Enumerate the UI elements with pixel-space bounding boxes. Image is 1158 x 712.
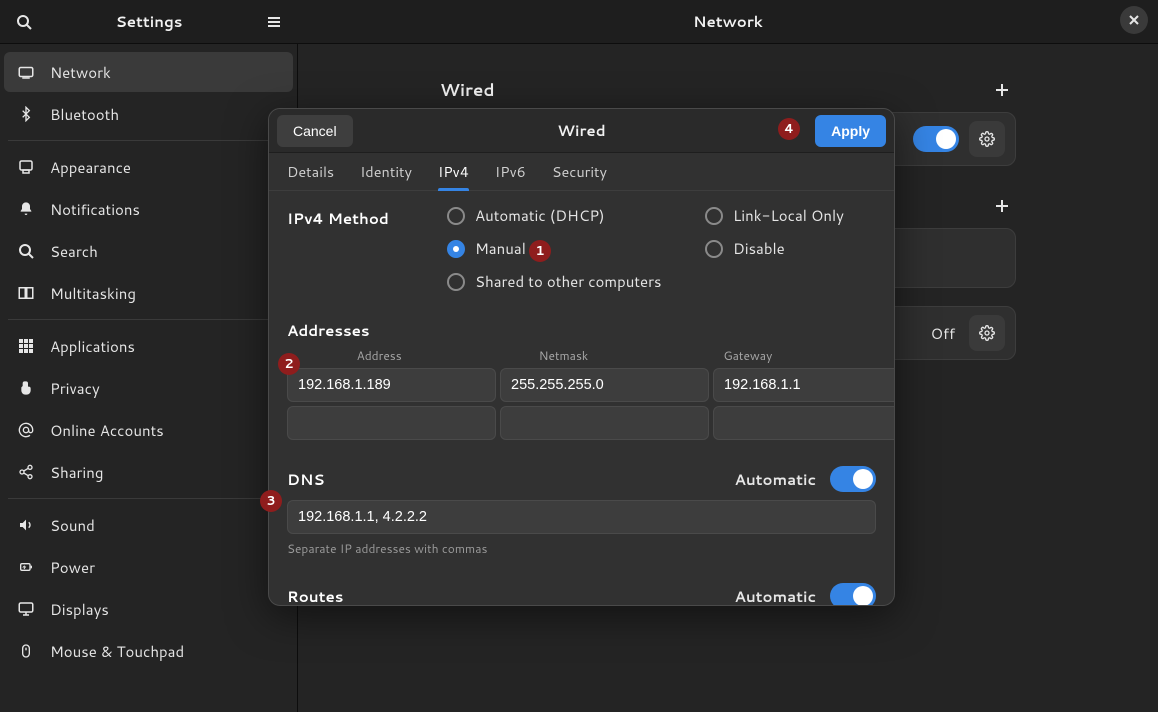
page-headerbar: Network [298,0,1158,44]
ipv4-method-link-local-only[interactable]: Link-Local Only [705,205,844,226]
sidebar-item-label: Displays [50,599,109,620]
ipv4-method-options: Automatic (DHCP) Link-Local Only Manual Dis… [447,205,844,292]
sidebar-item-label: Sharing [50,462,103,483]
sidebar-item-sharing[interactable]: Sharing [4,452,293,492]
radio-label: Link-Local Only [733,205,844,226]
sidebar-item-bluetooth[interactable]: Bluetooth [4,94,293,134]
sidebar-item-label: Power [50,557,95,578]
tab-details[interactable]: Details [287,153,334,190]
sidebar-item-sound[interactable]: Sound [4,505,293,545]
radio-label: Manual [475,238,526,259]
sidebar-item-online-accounts[interactable]: Online Accounts [4,410,293,450]
search-icon[interactable] [8,6,40,38]
sidebar-item-label: Appearance [50,157,131,178]
tab-identity[interactable]: Identity [360,153,412,190]
sidebar-item-privacy[interactable]: Privacy [4,368,293,408]
close-icon[interactable] [1120,6,1148,34]
sidebar-item-label: Online Accounts [50,420,164,441]
radio-label: Disable [733,238,785,259]
sidebar-item-mouse-touchpad[interactable]: Mouse & Touchpad [4,631,293,671]
dns-hint: Separate IP addresses with commas [287,540,876,557]
address-input[interactable] [287,406,496,440]
sidebar-item-label: Mouse & Touchpad [50,641,184,662]
routes-automatic-toggle[interactable] [830,583,876,605]
ipv4-method-automatic-dhcp-[interactable]: Automatic (DHCP) [447,205,697,226]
gateway-input[interactable] [713,368,894,402]
sidebar-item-search[interactable]: Search [4,231,293,271]
dns-automatic-label: Automatic [735,469,816,490]
gateway-input[interactable] [713,406,894,440]
sidebar-item-notifications[interactable]: Notifications [4,189,293,229]
dns-input[interactable] [287,500,876,534]
mouse-icon [16,641,36,661]
hand-icon [16,378,36,398]
sidebar-item-multitasking[interactable]: Multitasking [4,273,293,313]
sidebar-item-label: Privacy [50,378,100,399]
sidebar-item-label: Multitasking [50,283,136,304]
tab-ipv4[interactable]: IPv4 [438,153,469,190]
netmask-input[interactable] [500,406,709,440]
ipv4-method-manual[interactable]: Manual [447,238,697,259]
sidebar: Network Bluetooth Appearance Notifications S… [0,44,298,712]
routes-automatic-label: Automatic [735,586,816,606]
ipv4-method-disable[interactable]: Disable [705,238,844,259]
bell-icon [16,199,36,219]
sidebar-item-label: Sound [50,515,95,536]
connection-dialog: Cancel Wired Apply Details Identity IPv4 IP… [268,108,895,606]
hamburger-icon[interactable] [258,6,290,38]
wired-section-title: Wired [440,78,495,102]
sidebar-item-network[interactable]: Network [4,52,293,92]
ipv4-method-label: IPv4 Method [287,205,407,292]
speaker-icon [16,515,36,535]
col-netmask: Netmask [471,347,655,364]
cancel-button[interactable]: Cancel [277,115,353,147]
col-gateway: Gateway [656,347,840,364]
radio-label: Shared to other computers [475,271,661,292]
sidebar-item-appearance[interactable]: Appearance [4,147,293,187]
dialog-title: Wired [557,120,605,141]
address-input[interactable] [287,368,496,402]
netmask-input[interactable] [500,368,709,402]
proxy-state: Off [931,323,955,344]
sidebar-item-power[interactable]: Power [4,547,293,587]
ipv4-method-shared-to-other-computers[interactable]: Shared to other computers [447,271,697,292]
wired-toggle[interactable] [913,126,959,152]
routes-title: Routes [287,586,343,606]
gear-icon[interactable] [969,315,1005,351]
tab-security[interactable]: Security [552,153,607,190]
dialog-tabs: Details Identity IPv4 IPv6 Security [269,153,894,191]
search-icon [16,241,36,261]
sidebar-item-label: Applications [50,336,135,357]
gear-icon[interactable] [969,121,1005,157]
radio-label: Automatic (DHCP) [475,205,605,226]
addresses-title: Addresses [287,320,370,341]
network-icon [16,62,36,82]
page-title: Network [693,11,763,32]
sidebar-item-label: Notifications [50,199,140,220]
sidebar-item-displays[interactable]: Displays [4,589,293,629]
bluetooth-icon [16,104,36,124]
tab-ipv6[interactable]: IPv6 [495,153,526,190]
power-icon [16,557,36,577]
app-title: Settings [116,11,183,32]
add-wired-button[interactable] [988,76,1016,104]
sidebar-item-label: Search [50,241,98,262]
add-vpn-button[interactable] [988,192,1016,220]
display-icon [16,599,36,619]
sidebar-item-label: Network [50,62,111,83]
sidebar-item-applications[interactable]: Applications [4,326,293,366]
sidebar-item-label: Bluetooth [50,104,119,125]
brush-icon [16,157,36,177]
at-icon [16,420,36,440]
settings-headerbar: Settings [0,0,298,44]
dns-automatic-toggle[interactable] [830,466,876,492]
grid-icon [16,336,36,356]
multi-icon [16,283,36,303]
dialog-header: Cancel Wired Apply [269,109,894,153]
col-address: Address [287,347,471,364]
apply-button[interactable]: Apply [815,115,886,147]
dns-title: DNS [287,469,325,490]
share-icon [16,462,36,482]
